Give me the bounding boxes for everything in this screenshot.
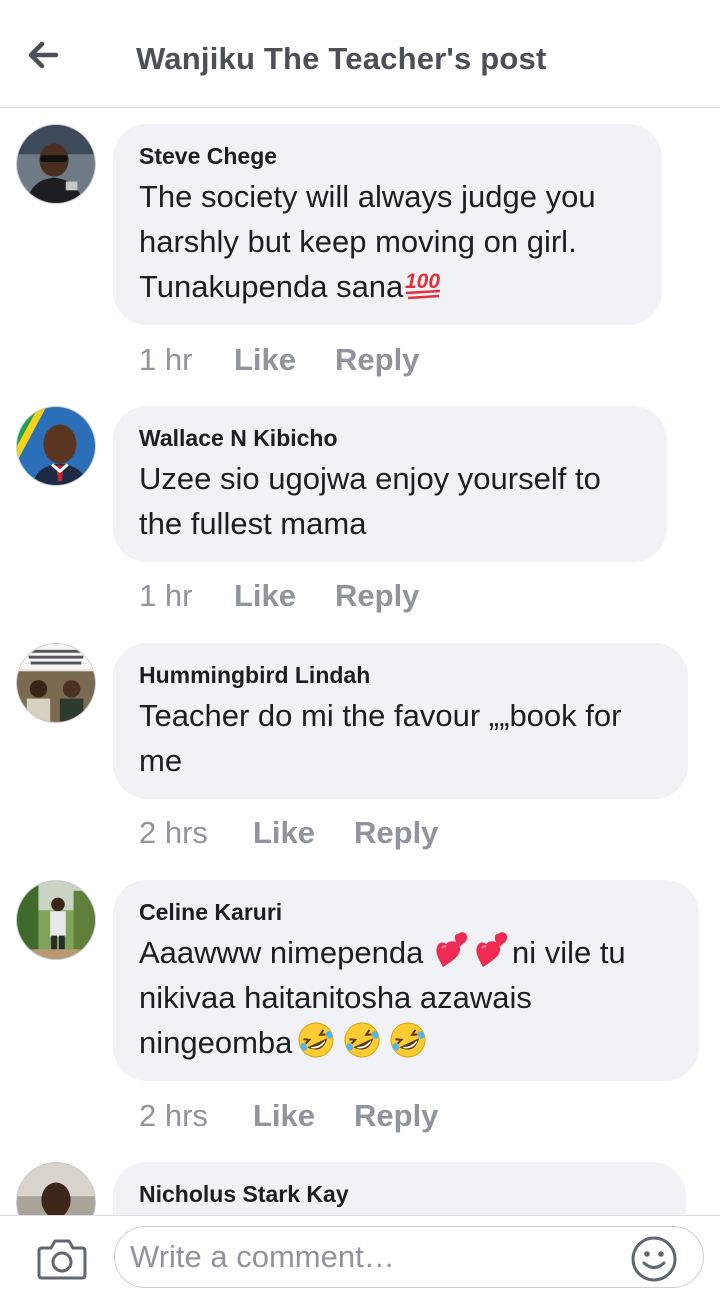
comment-bubble[interactable]: Steve Chege The society will always judg… bbox=[113, 124, 662, 325]
comment-line: the fullest mama bbox=[139, 506, 367, 541]
comment-text: Uzee sio ugojwa enjoy yourself to the fu… bbox=[139, 456, 641, 546]
comment-line: Aaawww nimependa ni vile tu bbox=[139, 930, 673, 975]
comment-line: nikivaa haitanitosha azawais bbox=[139, 980, 532, 1015]
avatar[interactable] bbox=[16, 1162, 96, 1215]
top-bar: Wanjiku The Teacher's post bbox=[0, 0, 720, 108]
comment-line: Uzee sio ugojwa enjoy yourself to bbox=[139, 461, 601, 496]
comment-text: Teacher do mi the favour „„book for me bbox=[139, 693, 662, 783]
comment-list: Steve Chege The society will always judg… bbox=[0, 109, 720, 1215]
comment-text: Aaawww nimependa ni vile tu nikivaa hait… bbox=[139, 930, 673, 1065]
like-button[interactable]: Like bbox=[234, 578, 296, 614]
avatar[interactable] bbox=[16, 406, 96, 486]
comment-timestamp: 1 hr bbox=[139, 578, 193, 613]
comment-composer bbox=[0, 1215, 720, 1298]
rolling-laughing-icon bbox=[388, 1020, 428, 1060]
like-button[interactable]: Like bbox=[234, 342, 296, 378]
smiley-icon[interactable] bbox=[630, 1235, 678, 1283]
reply-button[interactable]: Reply bbox=[335, 342, 419, 378]
reply-button[interactable]: Reply bbox=[354, 1098, 438, 1134]
comment-line-text: ni vile tu bbox=[511, 935, 626, 970]
comment-bubble[interactable]: Nicholus Stark Kay bbox=[113, 1162, 686, 1215]
comment-bubble[interactable]: Wallace N Kibicho Uzee sio ugojwa enjoy … bbox=[113, 406, 667, 562]
comment-line: harshly but keep moving on girl. bbox=[139, 224, 577, 259]
reply-button[interactable]: Reply bbox=[335, 578, 419, 614]
back-arrow-icon[interactable] bbox=[22, 34, 74, 78]
two-hearts-icon bbox=[432, 930, 472, 970]
comment-line: me bbox=[139, 743, 183, 778]
rolling-laughing-icon bbox=[342, 1020, 382, 1060]
comment-author[interactable]: Wallace N Kibicho bbox=[139, 424, 641, 452]
comment-author[interactable]: Steve Chege bbox=[139, 142, 636, 170]
camera-icon[interactable] bbox=[36, 1236, 88, 1282]
comment-bubble[interactable]: Celine Karuri Aaawww nimependa ni vile t… bbox=[113, 880, 699, 1081]
hundred-points-icon bbox=[403, 264, 443, 304]
two-hearts-icon bbox=[472, 930, 512, 970]
comment-line-text: Aaawww nimependa bbox=[139, 935, 432, 970]
like-button[interactable]: Like bbox=[253, 1098, 315, 1134]
comment-line-text: Tunakupenda sana bbox=[139, 269, 404, 304]
comment-author[interactable]: Hummingbird Lindah bbox=[139, 661, 662, 689]
reply-button[interactable]: Reply bbox=[354, 815, 438, 851]
comment-timestamp: 1 hr bbox=[139, 342, 193, 377]
comment-text: The society will always judge you harshl… bbox=[139, 174, 636, 309]
rolling-laughing-icon bbox=[296, 1020, 336, 1060]
comment-line: Teacher do mi the favour „„book for bbox=[139, 698, 622, 733]
comment-bubble[interactable]: Hummingbird Lindah Teacher do mi the fav… bbox=[113, 643, 688, 799]
comment-timestamp: 2 hrs bbox=[139, 1098, 208, 1133]
comment-input[interactable] bbox=[114, 1226, 704, 1288]
avatar[interactable] bbox=[16, 880, 96, 960]
comment-line: The society will always judge you bbox=[139, 179, 596, 214]
comment-timestamp: 2 hrs bbox=[139, 815, 208, 850]
comment-line: ningeomba bbox=[139, 1020, 673, 1065]
avatar[interactable] bbox=[16, 124, 96, 204]
comment-author[interactable]: Nicholus Stark Kay bbox=[139, 1180, 660, 1208]
comment-line-text: ningeomba bbox=[139, 1025, 293, 1060]
comment-author[interactable]: Celine Karuri bbox=[139, 898, 673, 926]
avatar[interactable] bbox=[16, 643, 96, 723]
comment-line: Tunakupenda sana bbox=[139, 264, 636, 309]
page-title: Wanjiku The Teacher's post bbox=[136, 41, 547, 76]
like-button[interactable]: Like bbox=[253, 815, 315, 851]
